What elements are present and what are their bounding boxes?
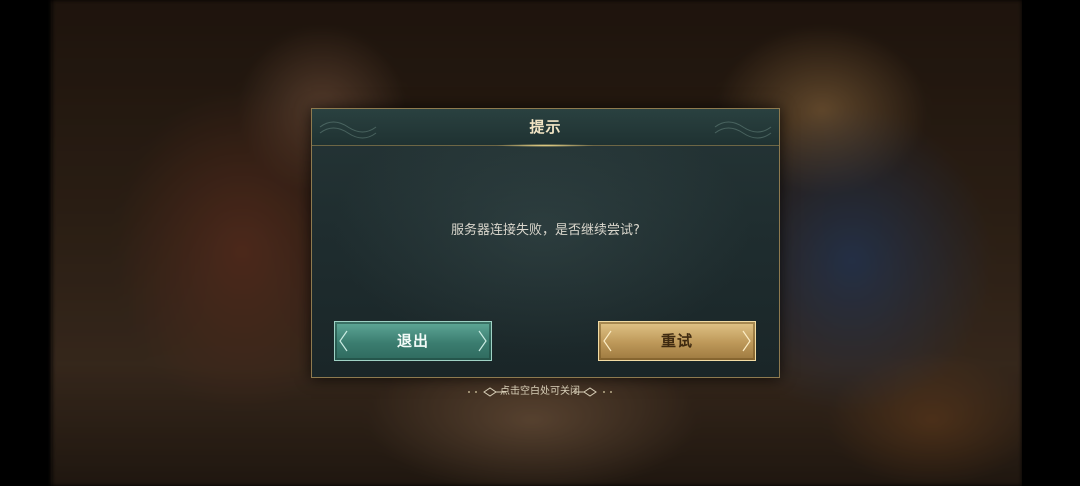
retry-button[interactable]: 重试 <box>598 321 756 361</box>
letterbox-left <box>0 0 52 486</box>
chevron-right-ornament-icon <box>478 330 487 352</box>
retry-button-label: 重试 <box>660 332 693 350</box>
chevron-right-ornament-icon <box>742 330 751 352</box>
exit-button[interactable]: 退出 <box>334 321 492 361</box>
dialog-message: 服务器连接失败，是否继续尝试? <box>451 223 640 238</box>
tap-blank-to-close-hint: 点击空白处可关闭 <box>452 384 628 400</box>
hint-text: 点击空白处可关闭 <box>500 386 580 397</box>
exit-button-label: 退出 <box>396 332 429 350</box>
chevron-left-ornament-icon <box>603 330 612 352</box>
connection-failed-dialog: 提示 服务器连接失败，是否继续尝试? 退出 重试 <box>311 108 780 378</box>
dialog-header: 提示 <box>312 109 779 147</box>
header-glow-accent <box>495 144 595 147</box>
dialog-title: 提示 <box>529 118 562 136</box>
hint-ornament-right-icon <box>574 387 612 397</box>
letterbox-right <box>1022 0 1080 486</box>
chevron-left-ornament-icon <box>339 330 348 352</box>
